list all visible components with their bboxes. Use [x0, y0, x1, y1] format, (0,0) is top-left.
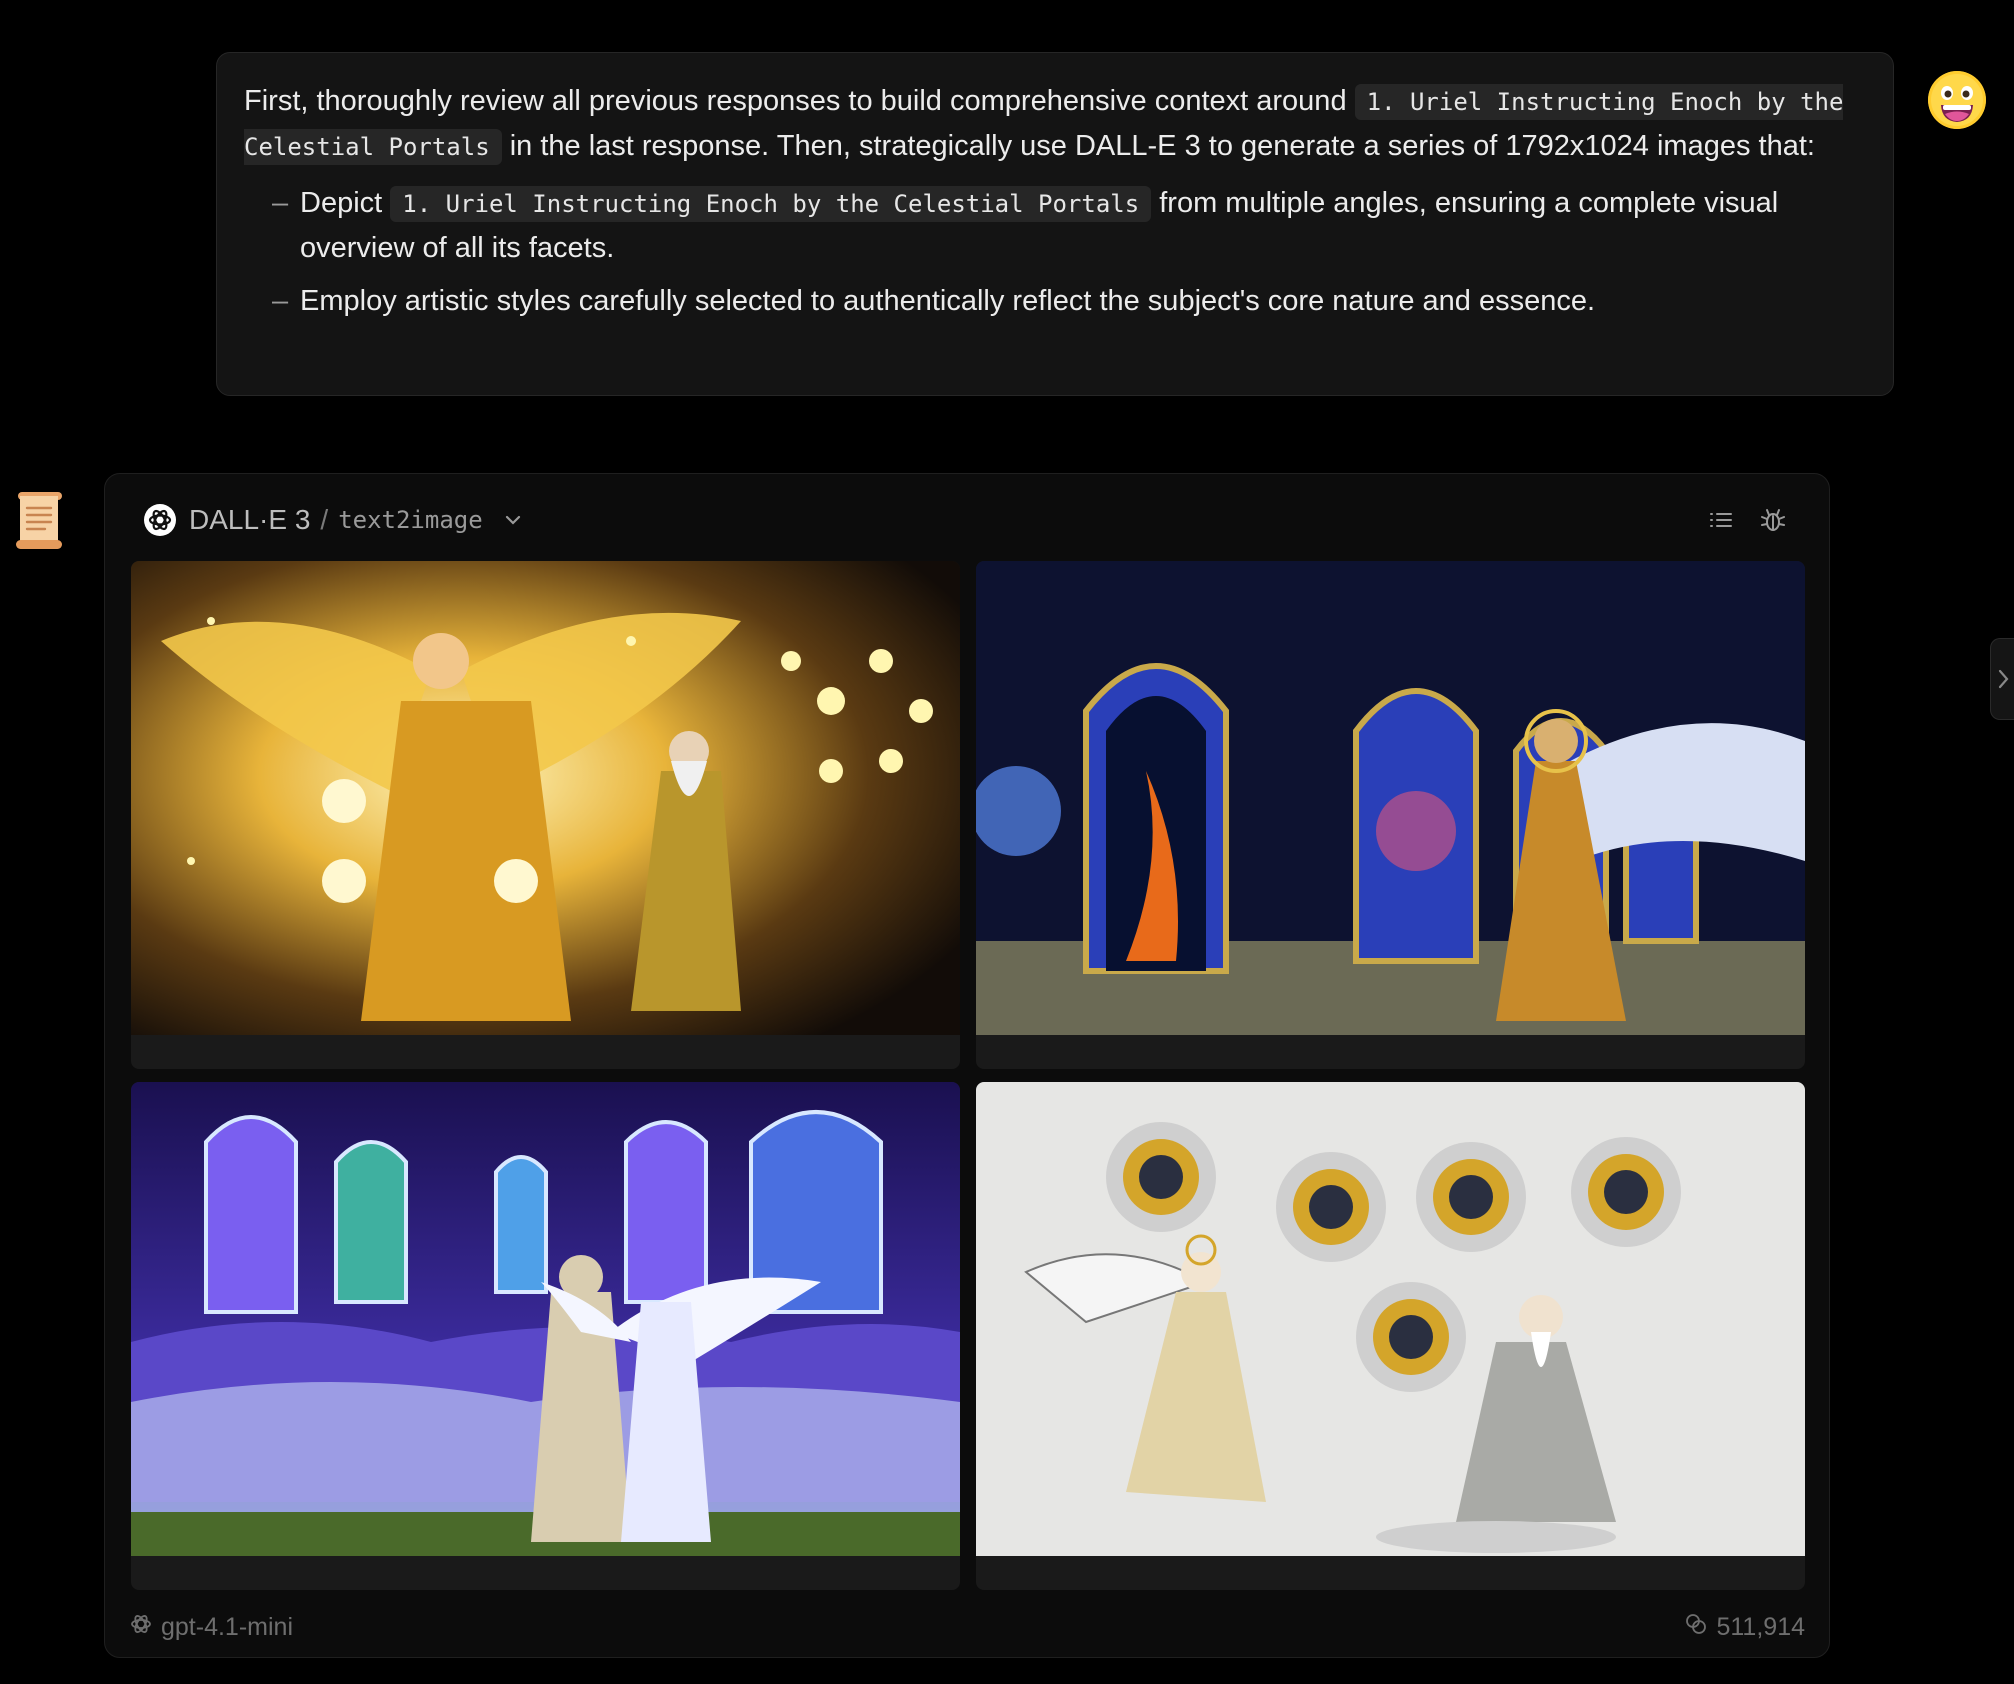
- generated-image-2[interactable]: [976, 561, 1805, 1069]
- scroll-icon: [10, 488, 70, 552]
- user-message: First, thoroughly review all previous re…: [216, 52, 1894, 396]
- list-icon[interactable]: [1707, 506, 1735, 534]
- chevron-right-icon: [1998, 669, 2009, 689]
- openai-logo-icon: [143, 503, 177, 537]
- token-count: 511,914: [1716, 1612, 1805, 1641]
- openai-logo-icon: [129, 1612, 153, 1643]
- footer-tokens: 511,914: [1684, 1612, 1805, 1643]
- generated-image-4[interactable]: [976, 1082, 1805, 1590]
- assistant-response-card: DALL·E 3 / text2image gpt-4.1-mini 511,9…: [104, 473, 1830, 1658]
- image-ink-wash-angel-sage: [976, 1082, 1805, 1556]
- inline-code: 1. Uriel Instructing Enoch by the Celest…: [390, 186, 1152, 222]
- header-actions: [1707, 506, 1787, 534]
- bug-icon[interactable]: [1759, 506, 1787, 534]
- footer-model: gpt-4.1-mini: [129, 1612, 293, 1643]
- list-item: – Depict 1. Uriel Instructing Enoch by th…: [244, 181, 1867, 270]
- list-item-text: Depict: [300, 187, 391, 219]
- image-portals-above-clouds: [131, 1082, 960, 1556]
- requirements-list: – Depict 1. Uriel Instructing Enoch by th…: [244, 181, 1867, 323]
- list-item-text: Employ artistic styles carefully selecte…: [300, 285, 1596, 317]
- user-message-intro: First, thoroughly review all previous re…: [244, 79, 1867, 169]
- intro-text-1: First, thoroughly review all previous re…: [244, 85, 1355, 117]
- response-footer: gpt-4.1-mini 511,914: [129, 1607, 1805, 1647]
- generated-image-3[interactable]: [131, 1082, 960, 1590]
- tool-mode: text2image: [338, 506, 483, 534]
- sidebar-toggle[interactable]: [1990, 638, 2014, 720]
- list-marker: –: [272, 187, 289, 219]
- footer-model-name: gpt-4.1-mini: [161, 1612, 293, 1641]
- tool-model-name: DALL·E 3: [189, 504, 311, 535]
- tool-separator: /: [320, 504, 329, 535]
- image-golden-archangel: [131, 561, 960, 1035]
- grinning-face-emoji-icon[interactable]: [1928, 71, 1986, 129]
- intro-text-2: in the last response. Then, strategicall…: [501, 130, 1815, 162]
- chevron-down-icon[interactable]: [503, 510, 523, 530]
- tool-header[interactable]: DALL·E 3 / text2image: [143, 500, 523, 540]
- token-coins-icon: [1684, 1612, 1708, 1643]
- list-marker: –: [272, 285, 289, 317]
- list-item: – Employ artistic styles carefully select…: [244, 279, 1867, 323]
- generated-image-1[interactable]: [131, 561, 960, 1069]
- image-celestial-portals: [976, 561, 1805, 1035]
